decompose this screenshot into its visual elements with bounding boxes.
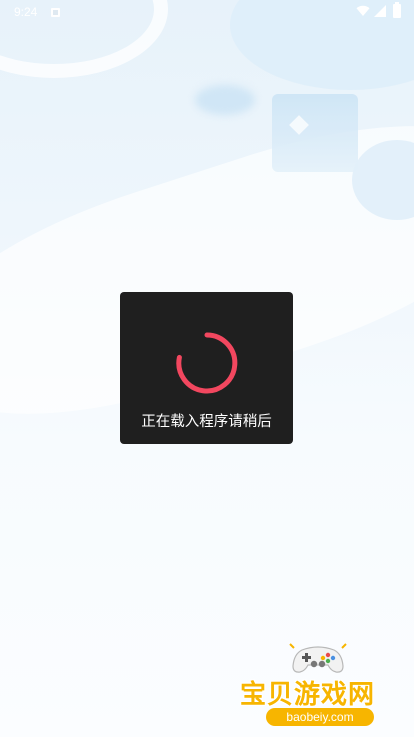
watermark-domain: baobeiy.com <box>266 708 374 726</box>
notification-icon <box>51 8 60 17</box>
status-bar: 9:24 <box>0 0 414 24</box>
wifi-icon <box>356 5 370 17</box>
battery-icon <box>393 2 401 18</box>
gamepad-icon <box>289 643 347 673</box>
signal-icon <box>374 5 386 17</box>
decor-card <box>272 94 358 172</box>
site-watermark: 宝贝游戏网 baobeiy.com <box>230 642 410 734</box>
loading-message: 正在载入程序请稍后 <box>141 414 272 430</box>
loading-spinner-icon <box>176 332 238 394</box>
decor-glow <box>195 85 255 115</box>
watermark-title: 宝贝游戏网 <box>240 680 376 710</box>
status-time: 9:24 <box>14 5 38 19</box>
loading-dialog: 正在载入程序请稍后 <box>120 292 293 444</box>
